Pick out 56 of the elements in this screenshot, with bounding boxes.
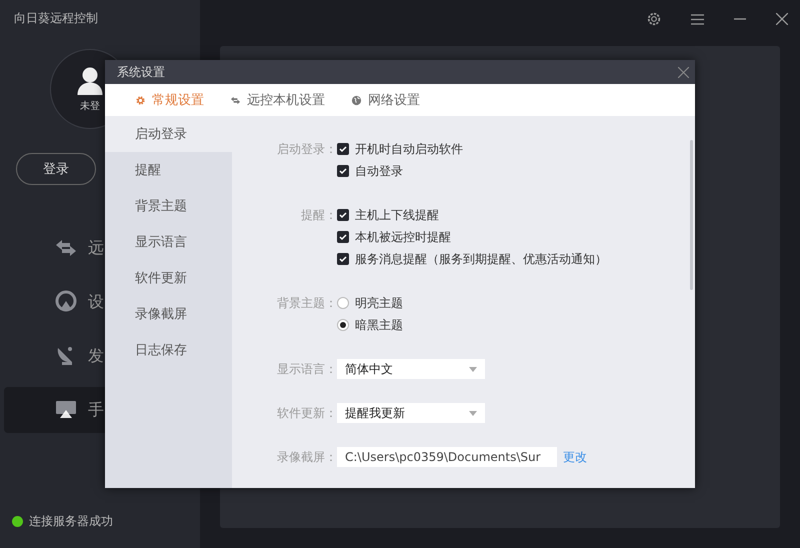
tab[interactable]: 常规设置: [135, 91, 204, 109]
setting-label: 背景主题：: [276, 295, 337, 312]
checkbox-label: 服务消息提醒（服务到期提醒、优惠活动通知）: [355, 250, 607, 268]
gear-icon: [135, 94, 146, 106]
checkbox-label: 本机被远控时提醒: [355, 228, 451, 246]
check-icon: [339, 255, 347, 263]
check-icon: [339, 167, 347, 175]
change-link[interactable]: 更改: [563, 448, 587, 466]
scrollbar[interactable]: [690, 140, 693, 290]
setting-label: 启动登录：: [276, 141, 337, 158]
setting-label: 录像截屏：: [276, 449, 337, 466]
dropdown[interactable]: 简体中文: [337, 359, 485, 379]
dropdown[interactable]: 提醒我更新: [337, 403, 485, 423]
path-field[interactable]: C:\Users\pc0359\Documents\Sur: [337, 447, 557, 467]
section-item[interactable]: 显示语言: [105, 224, 232, 260]
radio-button[interactable]: [337, 319, 349, 331]
close-icon[interactable]: [678, 66, 689, 78]
app-title: 向日葵远程控制: [14, 10, 98, 27]
user-icon: [75, 65, 105, 95]
checkbox[interactable]: [337, 253, 349, 265]
globe-icon: [351, 94, 362, 106]
radio-label: 明亮主题: [355, 294, 403, 312]
setting-label: 提醒：: [300, 207, 337, 224]
checkbox[interactable]: [337, 209, 349, 221]
checkbox-label: 开机时自动启动软件: [355, 140, 463, 158]
radio-button[interactable]: [337, 297, 349, 309]
checkbox-label: 主机上下线提醒: [355, 206, 439, 224]
tab[interactable]: 远控本机设置: [230, 91, 325, 109]
check-icon: [339, 233, 347, 241]
radio-label: 暗黑主题: [355, 316, 403, 334]
status-text: 连接服务器成功: [29, 513, 113, 530]
login-button[interactable]: 登录: [16, 153, 96, 185]
section-item[interactable]: 背景主题: [105, 188, 232, 224]
arrows-icon: [230, 94, 241, 106]
checkbox[interactable]: [337, 143, 349, 155]
section-item[interactable]: 启动登录: [105, 116, 232, 152]
checkbox[interactable]: [337, 231, 349, 243]
minimize-icon[interactable]: [734, 18, 746, 20]
section-item[interactable]: 录像截屏: [105, 296, 232, 332]
section-item[interactable]: 日志保存: [105, 332, 232, 368]
section-item[interactable]: 软件更新: [105, 260, 232, 296]
checkbox-label: 自动登录: [355, 162, 403, 180]
caret-icon: [469, 410, 477, 416]
settings-icon[interactable]: [647, 12, 661, 26]
checkbox[interactable]: [337, 165, 349, 177]
check-icon: [339, 145, 347, 153]
caret-icon: [469, 366, 477, 372]
close-icon[interactable]: [776, 13, 788, 25]
setting-label: 软件更新：: [276, 405, 337, 422]
section-item[interactable]: 提醒: [105, 152, 232, 188]
device-icon: [54, 290, 78, 314]
check-icon: [339, 211, 347, 219]
avatar-label: 未登: [80, 100, 100, 113]
menu-icon[interactable]: [691, 14, 704, 24]
setting-label: 显示语言：: [276, 361, 337, 378]
tab[interactable]: 网络设置: [351, 91, 420, 109]
